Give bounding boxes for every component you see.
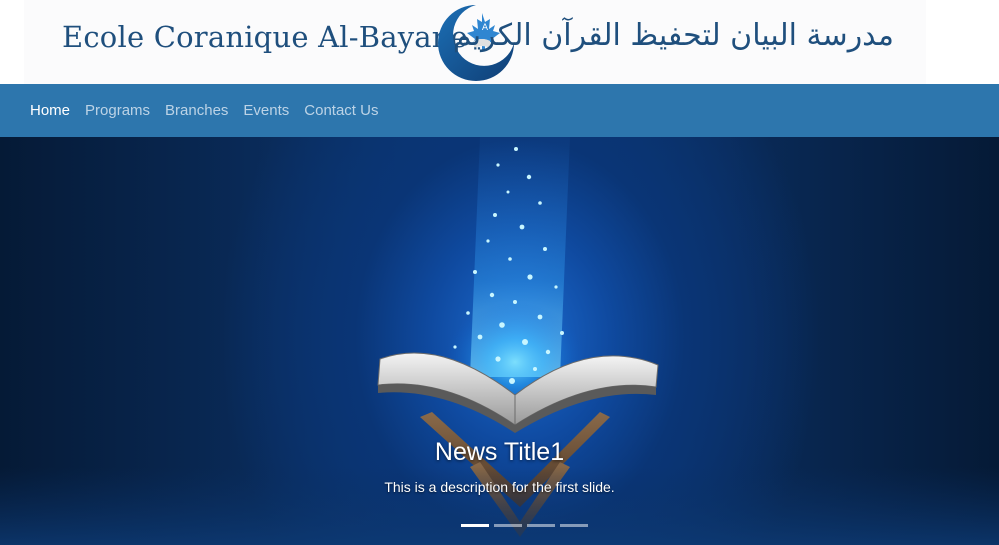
main-nav: Home Programs Branches Events Contact Us: [0, 84, 999, 137]
nav-item-programs[interactable]: Programs: [85, 102, 150, 119]
site-header: Ecole Coranique Al-Bayane A مدرسة البيان…: [0, 0, 999, 84]
carousel-indicator-4[interactable]: [560, 524, 588, 527]
brand-name-arabic[interactable]: مدرسة البيان لتحفيظ القرآن الكريم: [453, 18, 894, 53]
nav-item-contact-us[interactable]: Contact Us: [304, 102, 378, 119]
nav-item-events[interactable]: Events: [243, 102, 289, 119]
nav-item-branches[interactable]: Branches: [165, 102, 228, 119]
nav-item-home[interactable]: Home: [30, 102, 70, 119]
hero-carousel[interactable]: News Title1 This is a description for th…: [0, 137, 999, 545]
brand-name-latin[interactable]: Ecole Coranique Al-Bayane: [62, 20, 468, 54]
carousel-indicator-3[interactable]: [527, 524, 555, 527]
carousel-caption: News Title1 This is a description for th…: [0, 438, 999, 495]
carousel-indicator-1[interactable]: [461, 524, 489, 527]
slide-title: News Title1: [434, 438, 565, 466]
carousel-indicators: [461, 524, 593, 527]
slide-description: This is a description for the first slid…: [384, 479, 615, 495]
carousel-indicator-2[interactable]: [494, 524, 522, 527]
